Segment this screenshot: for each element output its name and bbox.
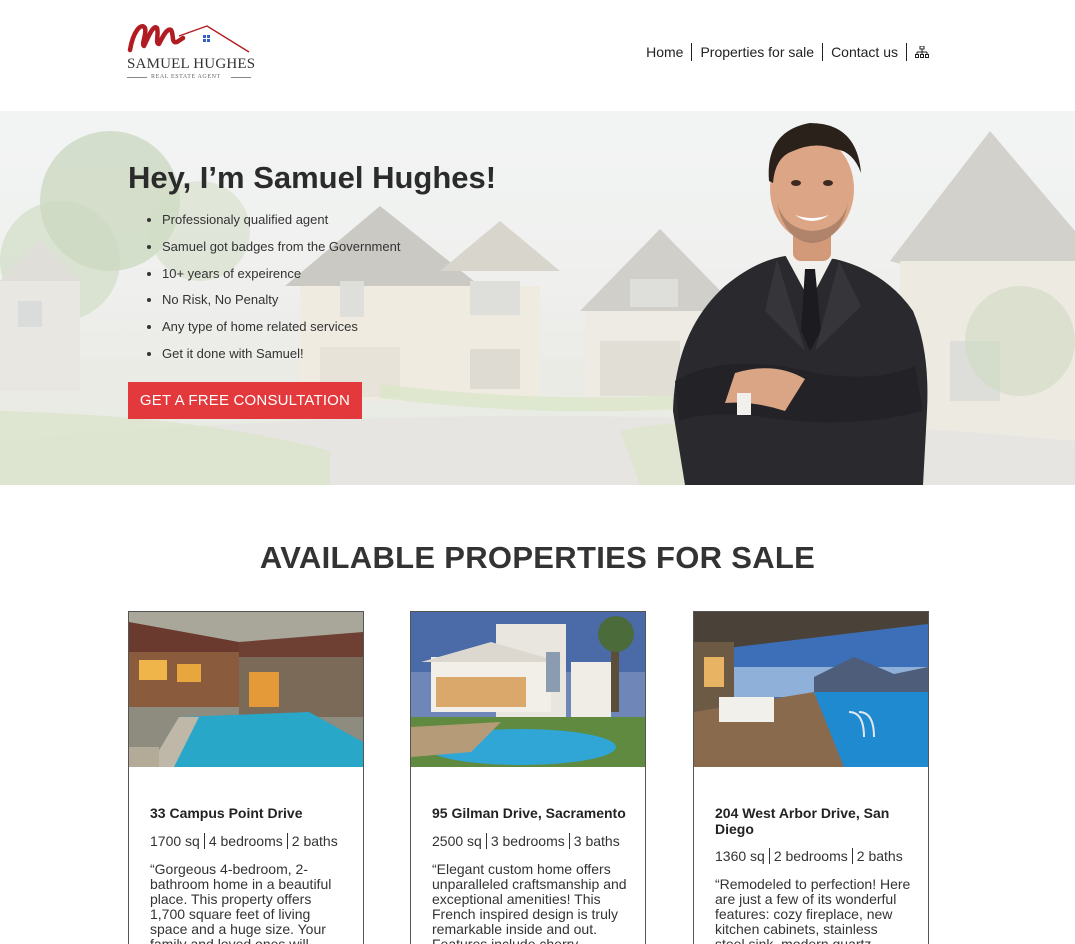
property-image [129, 612, 363, 767]
property-specs: 2500 sq 3 bedrooms 3 baths [432, 833, 620, 849]
property-description: “Elegant custom home offers unparalleled… [432, 861, 627, 944]
list-item: 10+ years of expeirence [162, 265, 400, 292]
brand-name: SAMUEL HUGHES [127, 56, 256, 72]
hero-title: Hey, I’m Samuel Hughes! [128, 160, 497, 195]
property-baths: 3 baths [573, 833, 620, 849]
list-item: No Risk, No Penalty [162, 291, 400, 318]
property-sqft: 1360 sq [715, 848, 765, 864]
list-item: Samuel got badges from the Government [162, 238, 400, 265]
property-specs: 1360 sq 2 bedrooms 2 baths [715, 848, 903, 864]
hero-bullet-list: Professionaly qualified agent Samuel got… [162, 211, 400, 372]
property-bedrooms: 3 bedrooms [490, 833, 565, 849]
property-description: “Gorgeous 4-bedroom, 2-bathroom home in … [150, 861, 332, 944]
property-title[interactable]: 95 Gilman Drive, Sacramento [432, 805, 632, 821]
property-baths: 2 baths [856, 848, 903, 864]
list-item: Any type of home related services [162, 318, 400, 345]
list-item: Get it done with Samuel! [162, 345, 400, 372]
free-consultation-button[interactable]: GET A FREE CONSULTATION [128, 382, 362, 419]
nav-contact-us[interactable]: Contact us [823, 43, 907, 61]
property-title[interactable]: 204 West Arbor Drive, San Diego [715, 805, 915, 837]
property-bedrooms: 4 bedrooms [208, 833, 283, 849]
property-bedrooms: 2 bedrooms [773, 848, 848, 864]
site-header: SAMUEL HUGHES REAL ESTATE AGENT Home Pro… [0, 0, 1075, 111]
property-baths: 2 baths [291, 833, 338, 849]
property-image [694, 612, 928, 767]
divider [127, 77, 147, 78]
sitemap-icon[interactable] [907, 46, 929, 58]
property-card[interactable]: 95 Gilman Drive, Sacramento 2500 sq 3 bed… [410, 611, 646, 944]
property-card[interactable]: 204 West Arbor Drive, San Diego 1360 sq 2… [693, 611, 929, 944]
hero-banner: Hey, I’m Samuel Hughes! Professionaly qu… [0, 111, 1075, 485]
logo-mark-icon [127, 24, 250, 53]
property-title[interactable]: 33 Campus Point Drive [150, 805, 350, 821]
properties-heading: AVAILABLE PROPERTIES FOR SALE [259, 540, 816, 575]
brand-tagline: REAL ESTATE AGENT [151, 74, 221, 80]
property-card[interactable]: 33 Campus Point Drive 1700 sq 4 bedrooms 2… [128, 611, 364, 944]
list-item: Professionaly qualified agent [162, 211, 400, 238]
nav-properties-for-sale[interactable]: Properties for sale [692, 43, 824, 61]
property-sqft: 2500 sq [432, 833, 482, 849]
property-specs: 1700 sq 4 bedrooms 2 baths [150, 833, 338, 849]
property-description: “Remodeled to perfection! Here are just … [715, 876, 911, 944]
logo[interactable]: SAMUEL HUGHES REAL ESTATE AGENT [127, 14, 257, 86]
property-image [411, 612, 645, 767]
agent-portrait-image [673, 123, 928, 485]
property-sqft: 1700 sq [150, 833, 200, 849]
divider [231, 77, 251, 78]
main-nav: Home Properties for sale Contact us [646, 43, 929, 61]
nav-home[interactable]: Home [646, 43, 693, 61]
